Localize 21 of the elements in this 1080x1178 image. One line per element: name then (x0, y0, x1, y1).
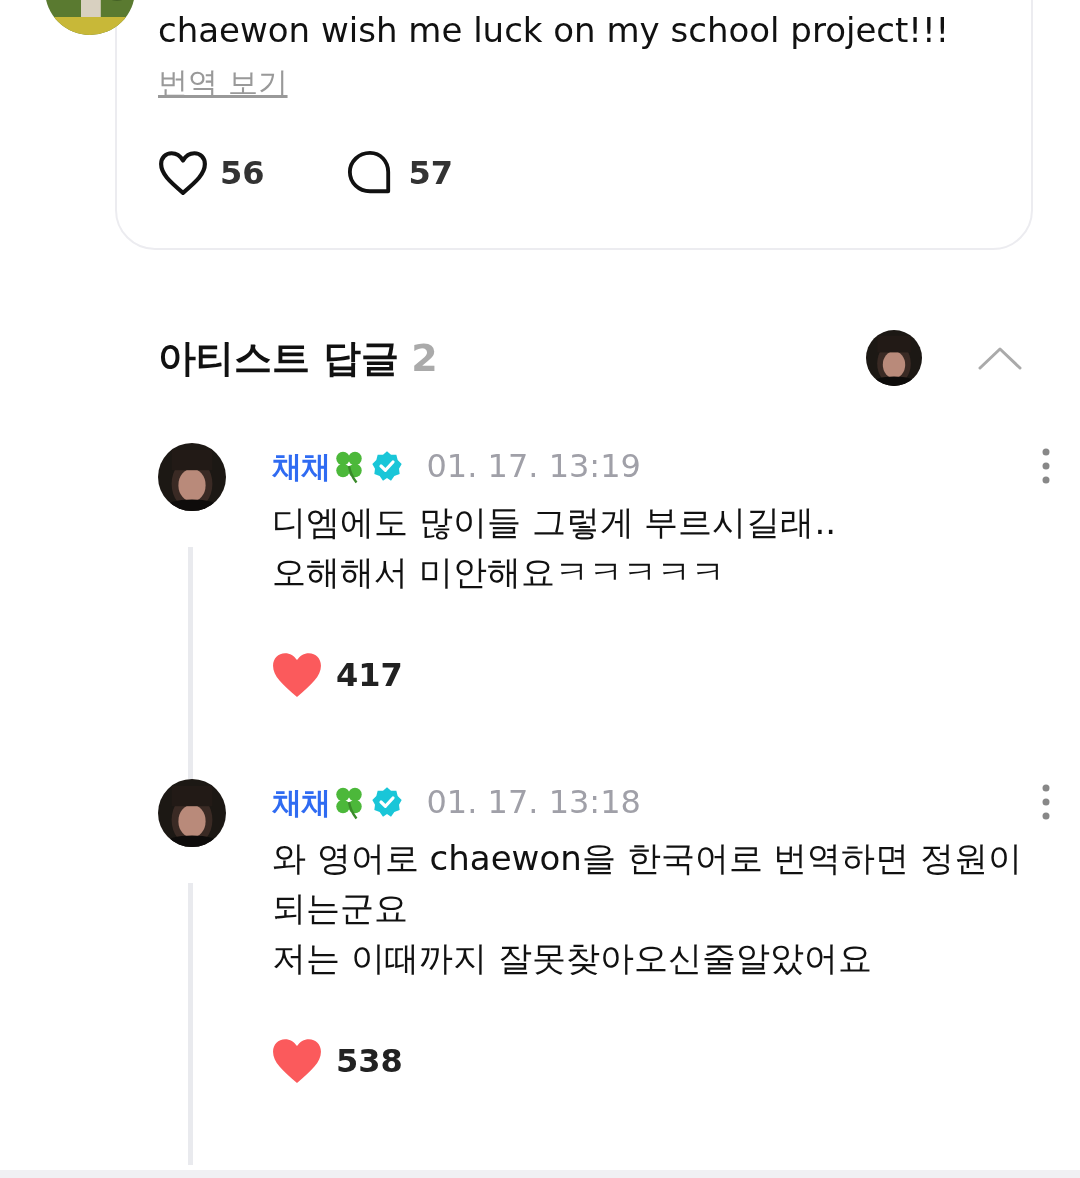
author-name[interactable]: 채채 (272, 443, 331, 489)
author-name[interactable]: 채채 (272, 779, 331, 825)
like-count: 56 (220, 153, 265, 194)
verified-badge-icon (370, 450, 403, 482)
comment-count: 57 (408, 153, 454, 194)
reply-text: 디엠에도 많이들 그렇게 부르시길래.. 오해해서 미안해요ㅋㅋㅋㅋㅋ (272, 501, 838, 594)
reply-time: 01. 17. 13:19 (426, 446, 641, 487)
like-count: 538 (336, 1041, 403, 1082)
reply-time: 01. 17. 13:18 (426, 782, 641, 823)
reply-text: 와 영어로 chaewon을 한국어로 번역하면 정원이 되는군요 저는 이때까지 잘못찾아오신줄알았어요 (272, 837, 1024, 980)
reply-count: 2 (411, 334, 438, 382)
more-options-icon[interactable] (1042, 784, 1050, 820)
translate-link[interactable]: 번역 보기 (158, 60, 288, 105)
like-count: 417 (336, 655, 403, 696)
more-options-icon[interactable] (1042, 448, 1050, 484)
post-text: chaewon wish me luck on my school project!!! (158, 9, 951, 52)
chevron-up-icon[interactable] (978, 346, 1022, 370)
comment-bubble-icon[interactable] (346, 150, 393, 196)
verified-badge-icon (370, 786, 403, 818)
heart-icon[interactable] (158, 150, 208, 196)
section-title: 아티스트 답글 (158, 334, 400, 382)
